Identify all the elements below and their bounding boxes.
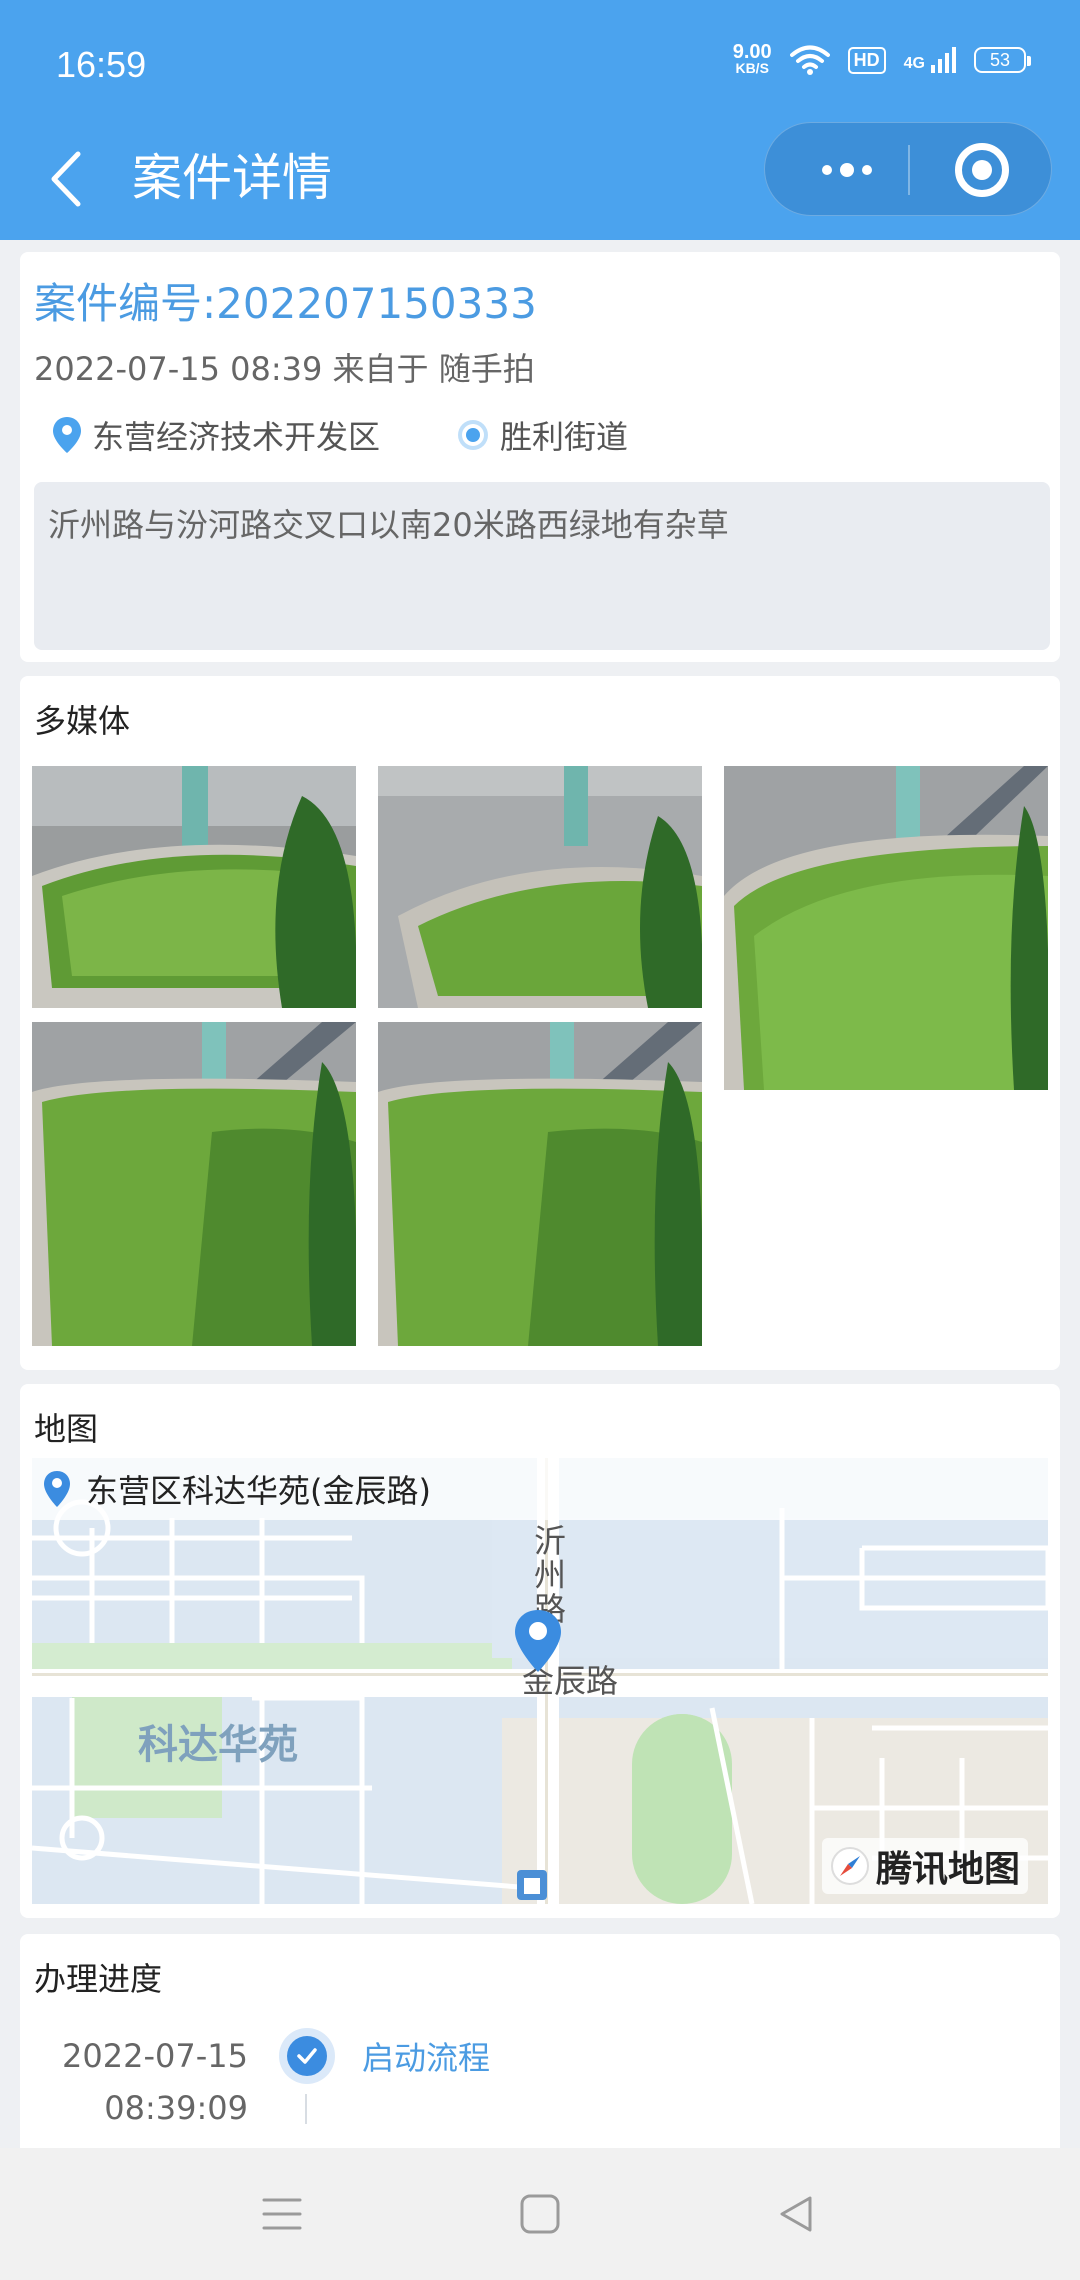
location-target-icon [458,420,488,450]
location-pin-icon [53,417,81,453]
map-provider-logo: 腾讯地图 [821,1838,1028,1894]
case-info-card: 案件编号:202207150333 2022-07-15 08:39 来自于 随… [20,252,1060,662]
check-icon [287,2036,327,2076]
photo-5[interactable] [378,1022,702,1346]
home-icon[interactable] [518,2192,562,2236]
speed-unit: KB/S [735,60,769,76]
menu-icon[interactable] [260,2194,304,2234]
map-address-bar: 东营区科达华苑(金辰路) [32,1458,1048,1520]
media-section-title: 多媒体 [34,702,131,740]
status-bar: 16:59 9.00 KB/S HD 4G 53 [0,0,1080,120]
photo-1[interactable] [32,766,356,1008]
case-number: 案件编号:202207150333 [34,279,537,328]
photo-4[interactable] [32,1022,356,1346]
wifi-icon [789,45,830,75]
battery-icon: 53 [974,47,1031,73]
district-location: 东营经济技术开发区 [50,412,380,458]
signal-indicator: 4G [904,47,956,73]
capsule-divider [908,145,910,195]
photo-3[interactable] [724,766,1048,1090]
map-address: 东营区科达华苑(金辰路) [86,1472,431,1510]
network-speed: 9.00 KB/S [732,41,772,76]
compass-icon [830,1847,869,1885]
case-meta: 2022-07-15 08:39 来自于 随手拍 [34,350,535,388]
status-time: 16:59 [56,44,147,85]
system-nav-bar [0,2148,1080,2280]
more-dots-icon[interactable] [807,123,887,217]
progress-step-datetime: 2022-07-15 08:39:09 [50,2030,248,2134]
map-card: 地图 科达华苑 沂州路 金辰路 东营区科达华苑(金辰路) 腾讯地图 [20,1384,1060,1918]
progress-timeline-line [305,2094,307,2124]
map-view[interactable]: 科达华苑 沂州路 金辰路 东营区科达华苑(金辰路) 腾讯地图 [32,1458,1048,1904]
nav-bar: 案件详情 [0,120,1080,240]
back-triangle-icon[interactable] [774,2192,818,2236]
progress-step-label: 启动流程 [362,2039,491,2077]
target-icon[interactable] [955,143,1009,197]
progress-step-time: 08:39:09 [104,2089,248,2127]
hd-icon: HD [847,46,886,74]
mini-program-capsule [764,122,1052,216]
battery-level: 53 [989,49,1011,70]
street-location: 胜利街道 [454,412,628,458]
map-provider-name: 腾讯地图 [875,1849,1020,1890]
chevron-left-icon[interactable] [42,144,92,214]
location-pin-icon [44,1471,70,1507]
speed-value: 9.00 [732,41,772,63]
map-label-community: 科达华苑 [138,1722,298,1768]
case-description: 沂州路与汾河路交叉口以南20米路西绿地有杂草 [34,482,1050,650]
photo-2[interactable] [378,766,702,1008]
street-name: 胜利街道 [500,418,629,456]
progress-step-date: 2022-07-15 [62,2037,248,2075]
progress-card: 办理进度 2022-07-15 08:39:09 启动流程 [20,1934,1060,2148]
page-title: 案件详情 [132,149,332,207]
map-section-title: 地图 [34,1410,99,1448]
media-card: 多媒体 [20,676,1060,1370]
progress-step-marker [279,2028,335,2084]
header: 16:59 9.00 KB/S HD 4G 53 案件详情 [0,0,1080,240]
district-name: 东营经济技术开发区 [92,418,381,456]
progress-section-title: 办理进度 [34,1960,163,1998]
signal-bars-icon [931,47,956,73]
network-type: 4G [903,55,925,72]
map-marker-icon [515,1610,561,1672]
status-icons: 9.00 KB/S HD 4G 53 [732,41,1031,76]
